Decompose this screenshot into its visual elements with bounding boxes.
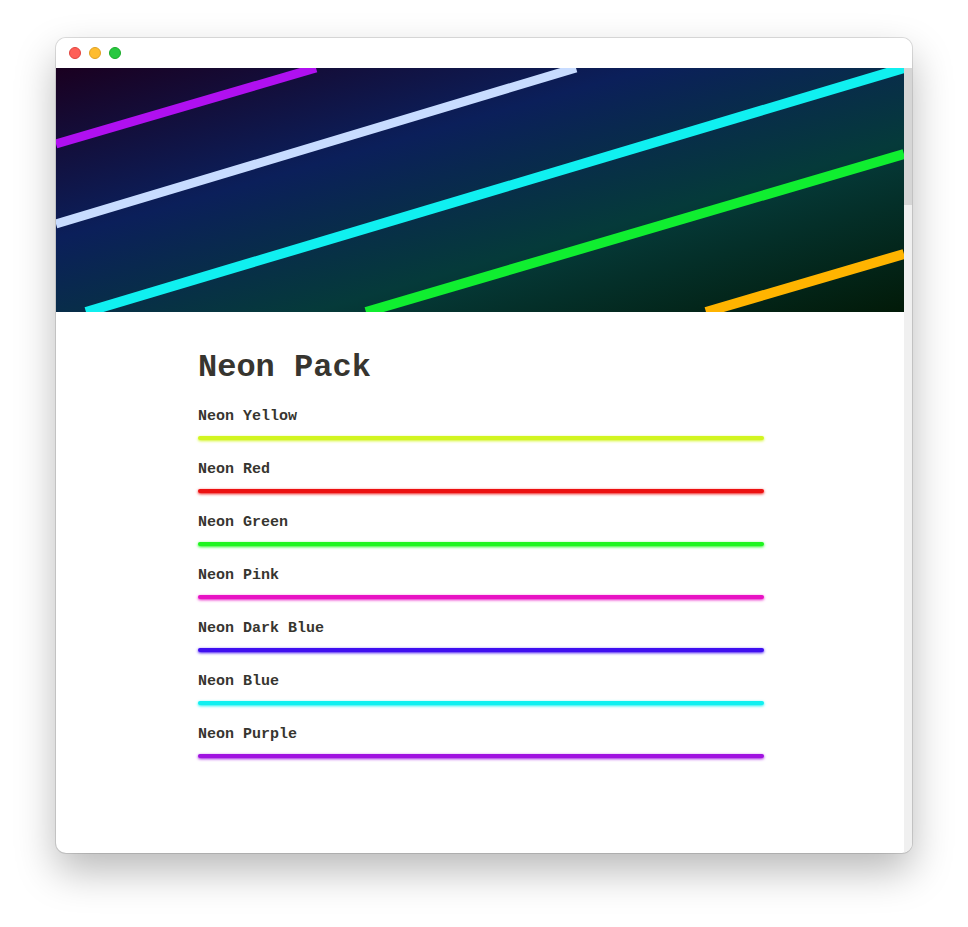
- color-bar: [198, 754, 764, 758]
- cover-image: [56, 68, 904, 312]
- color-bar: [198, 436, 764, 440]
- color-bar: [198, 542, 764, 546]
- color-item: Neon Yellow: [198, 407, 766, 460]
- browser-window: Neon Pack Neon Yellow Neon Red Neon Green Ne…: [56, 38, 912, 853]
- color-item: Neon Blue: [198, 672, 766, 725]
- color-name: Neon Red: [198, 460, 766, 480]
- page-body: Neon Pack Neon Yellow Neon Red Neon Green Ne…: [56, 68, 912, 853]
- color-item: Neon Purple: [198, 725, 766, 778]
- zoom-icon[interactable]: [109, 47, 121, 59]
- close-icon[interactable]: [69, 47, 81, 59]
- color-name: Neon Green: [198, 513, 766, 533]
- color-bar: [198, 701, 764, 705]
- color-bar: [198, 648, 764, 652]
- scrollbar[interactable]: [904, 68, 912, 853]
- color-item: Neon Dark Blue: [198, 619, 766, 672]
- color-name: Neon Blue: [198, 672, 766, 692]
- color-item: Neon Pink: [198, 566, 766, 619]
- color-name: Neon Pink: [198, 566, 766, 586]
- page: Neon Pack Neon Yellow Neon Red Neon Green Ne…: [56, 68, 904, 853]
- color-item: Neon Red: [198, 460, 766, 513]
- content: Neon Pack Neon Yellow Neon Red Neon Green Ne…: [56, 312, 766, 778]
- page-title: Neon Pack: [198, 348, 766, 388]
- scrollbar-thumb[interactable]: [904, 68, 912, 205]
- color-item: Neon Green: [198, 513, 766, 566]
- color-bar: [198, 489, 764, 493]
- color-name: Neon Yellow: [198, 407, 766, 427]
- desktop: Neon Pack Neon Yellow Neon Red Neon Green Ne…: [0, 0, 968, 927]
- color-name: Neon Dark Blue: [198, 619, 766, 639]
- color-name: Neon Purple: [198, 725, 766, 745]
- title-bar: [56, 38, 912, 68]
- color-bar: [198, 595, 764, 599]
- minimize-icon[interactable]: [89, 47, 101, 59]
